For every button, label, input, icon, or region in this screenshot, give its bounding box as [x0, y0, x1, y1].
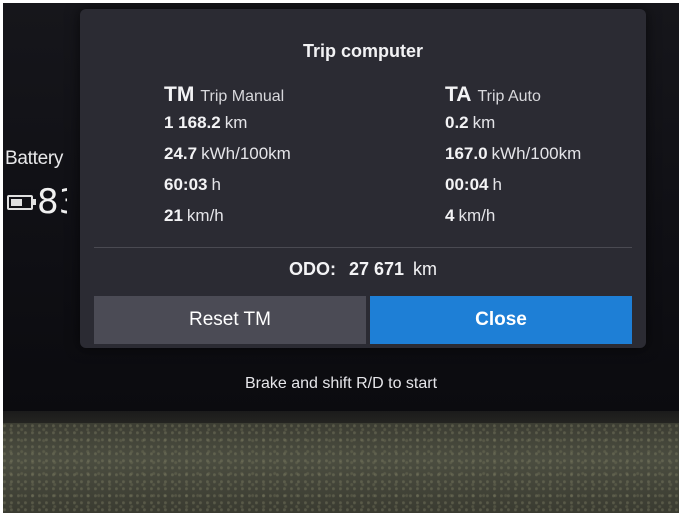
trip-auto-abbr: TA — [445, 83, 472, 106]
trip-manual-time: 60:03 h — [164, 175, 291, 206]
unit: kWh/100km — [201, 144, 291, 163]
unit: h — [492, 175, 502, 194]
value: 1 168.2 — [164, 113, 221, 132]
dashboard-photo: Battery 83 Trip computer TM Trip Manual … — [3, 3, 679, 513]
value: 4 — [445, 206, 455, 225]
battery-indicator: 83 — [7, 185, 67, 219]
value: 60:03 — [164, 175, 208, 194]
close-button[interactable]: Close — [370, 296, 632, 344]
trip-auto-name: Trip Auto — [477, 88, 541, 105]
infotainment-screen: Battery 83 Trip computer TM Trip Manual … — [3, 3, 679, 413]
value: 24.7 — [164, 144, 198, 163]
trip-computer-dialog: Trip computer TM Trip Manual 1 168.2 km … — [80, 9, 646, 348]
unit: km/h — [458, 206, 496, 225]
trip-manual-distance: 1 168.2 km — [164, 113, 291, 144]
trip-auto-speed: 4 km/h — [445, 206, 581, 237]
trip-auto-column: TA Trip Auto 0.2 km 167.0 kWh/100km 00:0… — [445, 83, 581, 237]
trip-manual-column: TM Trip Manual 1 168.2 km 24.7 kWh/100km… — [164, 83, 291, 237]
value: 167.0 — [445, 144, 488, 163]
battery-value: 83 — [37, 185, 67, 219]
trip-auto-distance: 0.2 km — [445, 113, 581, 144]
value: 21 — [164, 206, 183, 225]
trip-auto-time: 00:04 h — [445, 175, 581, 206]
unit: km — [472, 113, 496, 132]
trip-manual-speed: 21 km/h — [164, 206, 291, 237]
dashboard-surface — [3, 423, 679, 513]
trip-manual-abbr: TM — [164, 83, 195, 106]
value: 0.2 — [445, 113, 469, 132]
odometer-label: ODO: — [288, 259, 336, 279]
odometer: ODO: 27 671 km — [80, 259, 646, 280]
unit: km — [224, 113, 248, 132]
trip-manual-consumption: 24.7 kWh/100km — [164, 144, 291, 175]
status-hint: Brake and shift R/D to start — [244, 375, 438, 392]
reset-tm-button[interactable]: Reset TM — [94, 296, 366, 344]
divider — [94, 247, 632, 248]
dialog-title: Trip computer — [302, 41, 423, 61]
unit: km/h — [186, 206, 224, 225]
battery-icon — [7, 194, 36, 210]
unit: h — [211, 175, 221, 194]
value: 00:04 — [445, 175, 489, 194]
trip-manual-header: TM Trip Manual — [164, 83, 291, 113]
trip-auto-header: TA Trip Auto — [445, 83, 581, 113]
unit: kWh/100km — [491, 144, 582, 163]
odometer-value: 27 671 — [348, 259, 405, 279]
battery-label: Battery — [5, 148, 64, 169]
trip-auto-consumption: 167.0 kWh/100km — [445, 144, 581, 175]
odometer-unit: km — [413, 259, 438, 279]
trip-manual-name: Trip Manual — [200, 88, 285, 105]
